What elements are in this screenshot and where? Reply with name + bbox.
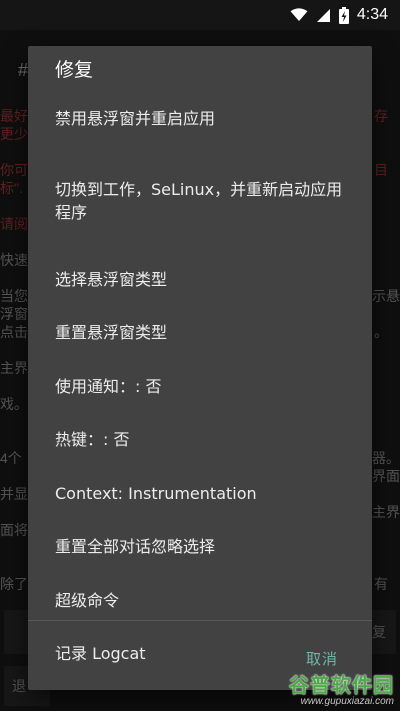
menu-item-use-notification[interactable]: 使用通知：: 否 [28, 360, 372, 414]
watermark-logo: 谷普软件园 [289, 673, 394, 697]
dialog-title: 修复 [55, 59, 94, 81]
status-time: 4:34 [356, 6, 388, 23]
menu-item-reset-overlay-type[interactable]: 重置悬浮窗类型 [28, 306, 372, 360]
dialog-divider [28, 620, 372, 621]
menu-item-select-overlay-type[interactable]: 选择悬浮窗类型 [28, 253, 372, 307]
status-bar: 4:34 [0, 0, 400, 30]
menu-item-reset-dialog-ignore[interactable]: 重置全部对话忽略选择 [28, 520, 372, 574]
menu-item-switch-work-selinux-restart[interactable]: 切换到工作，SeLinux，并重新启动应用程序 [28, 146, 372, 253]
menu-item-super-command[interactable]: 超级命令 [28, 574, 372, 628]
menu-item-disable-overlay-restart[interactable]: 禁用悬浮窗并重启应用 [28, 92, 372, 146]
menu-item-hotkey[interactable]: 热键：: 否 [28, 413, 372, 467]
repair-dialog: 修复 禁用悬浮窗并重启应用 切换到工作，SeLinux，并重新启动应用程序 选择… [28, 46, 372, 690]
watermark-url: www.gupuxiazai.com [300, 696, 394, 707]
watermark: 谷普软件园 www.gupuxiazai.com [289, 669, 394, 707]
wifi-icon [290, 8, 308, 21]
repair-menu: 禁用悬浮窗并重启应用 切换到工作，SeLinux，并重新启动应用程序 选择悬浮窗… [28, 92, 372, 681]
cellular-signal-icon [316, 8, 330, 22]
battery-charging-icon [338, 6, 349, 24]
cancel-button[interactable]: 取消 [306, 648, 338, 669]
menu-item-context-instrumentation[interactable]: Context: Instrumentation [28, 467, 372, 521]
